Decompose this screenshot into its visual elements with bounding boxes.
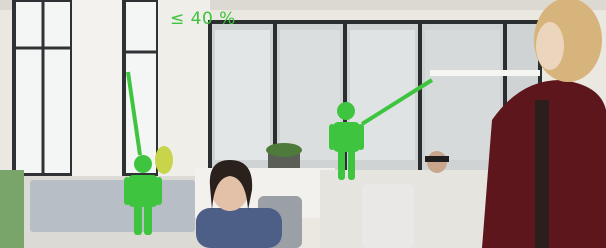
left-plant <box>0 170 24 248</box>
left-window-left <box>12 0 74 177</box>
office-scene: ≤ 40 % <box>0 0 606 248</box>
desk-partition <box>30 180 195 232</box>
occupancy-threshold-label: ≤ 40 % <box>170 9 236 29</box>
yellow-plant <box>155 146 173 174</box>
left-pillar <box>72 0 124 190</box>
office-photo <box>0 0 606 248</box>
lamp-back <box>430 70 540 76</box>
chair-white <box>362 184 414 248</box>
